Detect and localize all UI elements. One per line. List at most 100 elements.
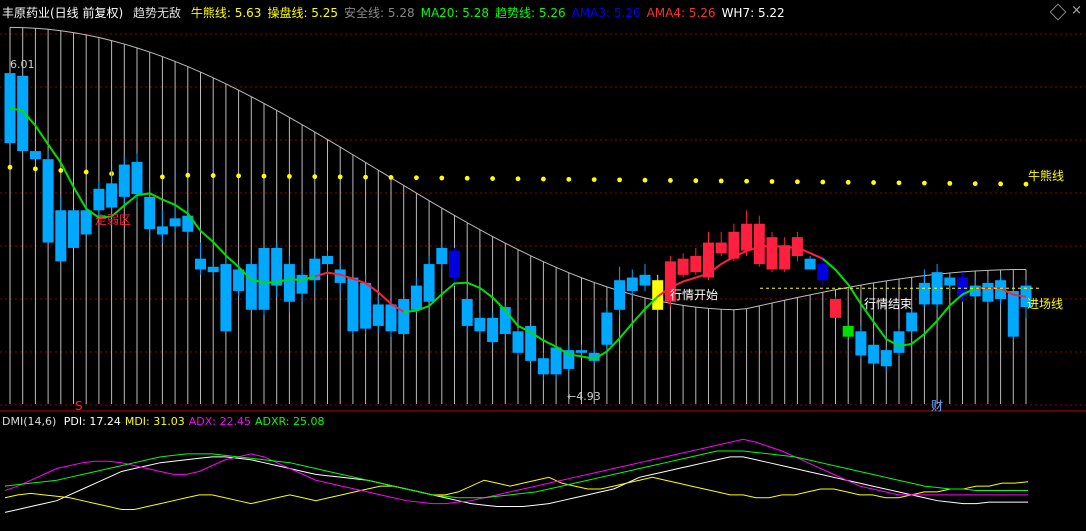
candle-body (487, 317, 499, 343)
bull-bear-dot (388, 175, 394, 180)
bull-bear-dot (83, 169, 89, 175)
weak-zone-label: 走弱区 (95, 213, 131, 227)
candle-body (982, 282, 994, 302)
low-price-label: ←4.93 (567, 390, 601, 403)
bull-bear-dot (617, 177, 622, 183)
bull-bear-dot (668, 178, 673, 183)
dmi-mdi-line (4, 476, 1029, 510)
dmi-header: DMI(14,6) PDI: 17.24 MDI: 31.03 ADX: 22.45… (2, 415, 333, 428)
header-value-wh7: WH7: 5.22 (721, 6, 785, 20)
candle-body (296, 274, 308, 294)
candle-body (944, 277, 956, 286)
indicator-name[interactable]: 趋势无敌 (133, 6, 181, 20)
candle-body (245, 264, 257, 310)
bull-bear-dot (693, 178, 699, 184)
candle-body (893, 331, 905, 353)
candle-body (93, 188, 105, 211)
dmi-name[interactable]: DMI(14,6) (2, 415, 56, 428)
bull-bear-dot (312, 174, 318, 180)
candle-body (855, 331, 867, 356)
candle-body (106, 183, 118, 208)
candle-body (144, 196, 156, 230)
candle-body (195, 258, 206, 270)
bull-bear-label: 牛熊线 (1028, 168, 1064, 183)
bull-bear-dot (363, 174, 368, 180)
candle-body (169, 218, 181, 227)
bull-bear-dot (972, 181, 978, 187)
candle-body (385, 304, 397, 332)
dmi-chart[interactable] (0, 428, 1086, 531)
stock-title[interactable]: 丰原药业(日线 前复权) (2, 6, 123, 20)
candle-body (118, 164, 130, 197)
trend-end-label: 行情结束 (864, 297, 912, 311)
bull-bear-dot (490, 176, 495, 181)
entry-line-label: 进场线 (1027, 297, 1063, 311)
main-chart[interactable]: 6.01 ←4.93 牛熊线进场线 走弱区行情开始行情结束财 S (0, 22, 1086, 412)
candle-body (804, 258, 816, 270)
bull-bear-dot (160, 174, 165, 180)
candle-body (766, 237, 778, 270)
indicator-values: 牛熊线: 5.63 操盘线: 5.25 安全线: 5.28 MA20: 5.28 趋势线… (191, 6, 791, 20)
candle-body (55, 210, 67, 262)
bull-bear-dot (236, 173, 242, 179)
bull-bear-dot (210, 173, 216, 178)
header-value-ma20: MA20: 5.28 (420, 6, 490, 20)
candle-body (639, 274, 651, 286)
dmi-value-pdi: PDI: 17.24 (63, 415, 121, 428)
candle-body (29, 151, 41, 160)
s-marker: S (75, 399, 83, 412)
candle-body (906, 312, 918, 332)
candle-body (537, 358, 549, 375)
candle-body (449, 250, 460, 278)
candle-body (474, 317, 486, 332)
candle-body (322, 256, 333, 265)
candle-body (360, 282, 372, 329)
dmi-values: PDI: 17.24 MDI: 31.03 ADX: 22.45 ADXR: 25.0… (64, 415, 329, 428)
candle-body (817, 264, 829, 281)
bull-bear-dot (896, 180, 902, 186)
candle-body (614, 280, 626, 310)
candle-body (42, 159, 54, 243)
candle-body (156, 226, 168, 235)
bull-bear-dot (998, 181, 1003, 187)
bull-bear-dot (261, 173, 267, 179)
bull-bear-dot (718, 178, 724, 184)
bull-bear-dot (58, 168, 64, 173)
bull-bear-dot (185, 172, 191, 178)
bull-bear-dot (769, 179, 775, 184)
candle-body (398, 299, 410, 334)
candle-body (233, 269, 245, 291)
header-value-趋势线: 趋势线: 5.26 (495, 6, 566, 20)
candle-body (512, 331, 524, 353)
candle-body (741, 223, 753, 251)
close-icon[interactable]: × (1071, 3, 1082, 18)
candle-body (830, 299, 841, 318)
candle-body (258, 247, 270, 310)
candle-body (347, 277, 359, 332)
bull-bear-dot (922, 180, 927, 186)
candle-body (715, 242, 727, 254)
candle-body (436, 247, 448, 265)
candle-body (220, 264, 232, 332)
bull-bear-dot (337, 174, 343, 180)
bull-bear-dot (439, 175, 445, 181)
candle-body (842, 325, 854, 337)
candle-body (677, 258, 689, 275)
candle-body (17, 75, 29, 152)
candle-body (550, 347, 562, 375)
candle-body (372, 304, 384, 326)
candle-body (1007, 290, 1019, 337)
bull-bear-dot (591, 177, 597, 183)
candle-body (80, 210, 92, 235)
bull-bear-dot (820, 179, 826, 185)
bull-bear-dot (642, 177, 648, 183)
bull-bear-dot (566, 176, 572, 182)
collapse-icon[interactable] (1049, 3, 1067, 21)
bull-bear-dot (515, 176, 521, 182)
candle-body (880, 350, 892, 367)
high-price-label: 6.01 (10, 58, 35, 71)
bull-bear-dot (947, 180, 953, 186)
candle-body (423, 264, 435, 302)
candle-body (283, 264, 295, 302)
bull-bear-dot (744, 178, 749, 184)
